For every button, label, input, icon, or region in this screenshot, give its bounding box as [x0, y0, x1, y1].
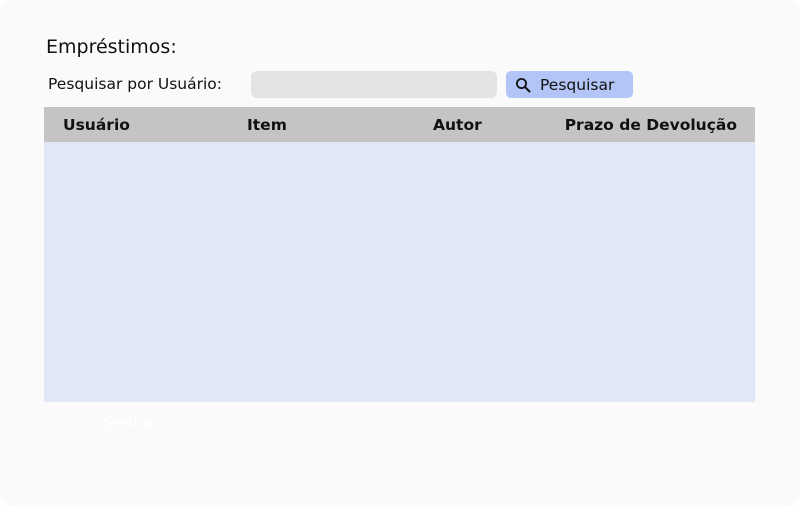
search-label: Pesquisar por Usuário: — [48, 75, 222, 93]
faded-password-label: Senha — [103, 413, 154, 432]
column-header-prazo-devolucao[interactable]: Prazo de Devolução — [565, 116, 737, 134]
search-icon — [515, 77, 531, 93]
search-button-label: Pesquisar — [540, 75, 615, 94]
search-button[interactable]: Pesquisar — [506, 71, 633, 98]
column-header-usuario[interactable]: Usuário — [63, 116, 130, 134]
search-input[interactable] — [251, 71, 497, 98]
table-header: Usuário Item Autor Prazo de Devolução — [44, 107, 755, 142]
column-header-autor[interactable]: Autor — [433, 116, 482, 134]
loans-table: Usuário Item Autor Prazo de Devolução — [44, 107, 755, 402]
loans-panel: Empréstimos: Pesquisar por Usuário: Pesq… — [0, 0, 800, 507]
page-title: Empréstimos: — [46, 36, 177, 58]
column-header-item[interactable]: Item — [247, 116, 287, 134]
table-body — [44, 142, 755, 402]
